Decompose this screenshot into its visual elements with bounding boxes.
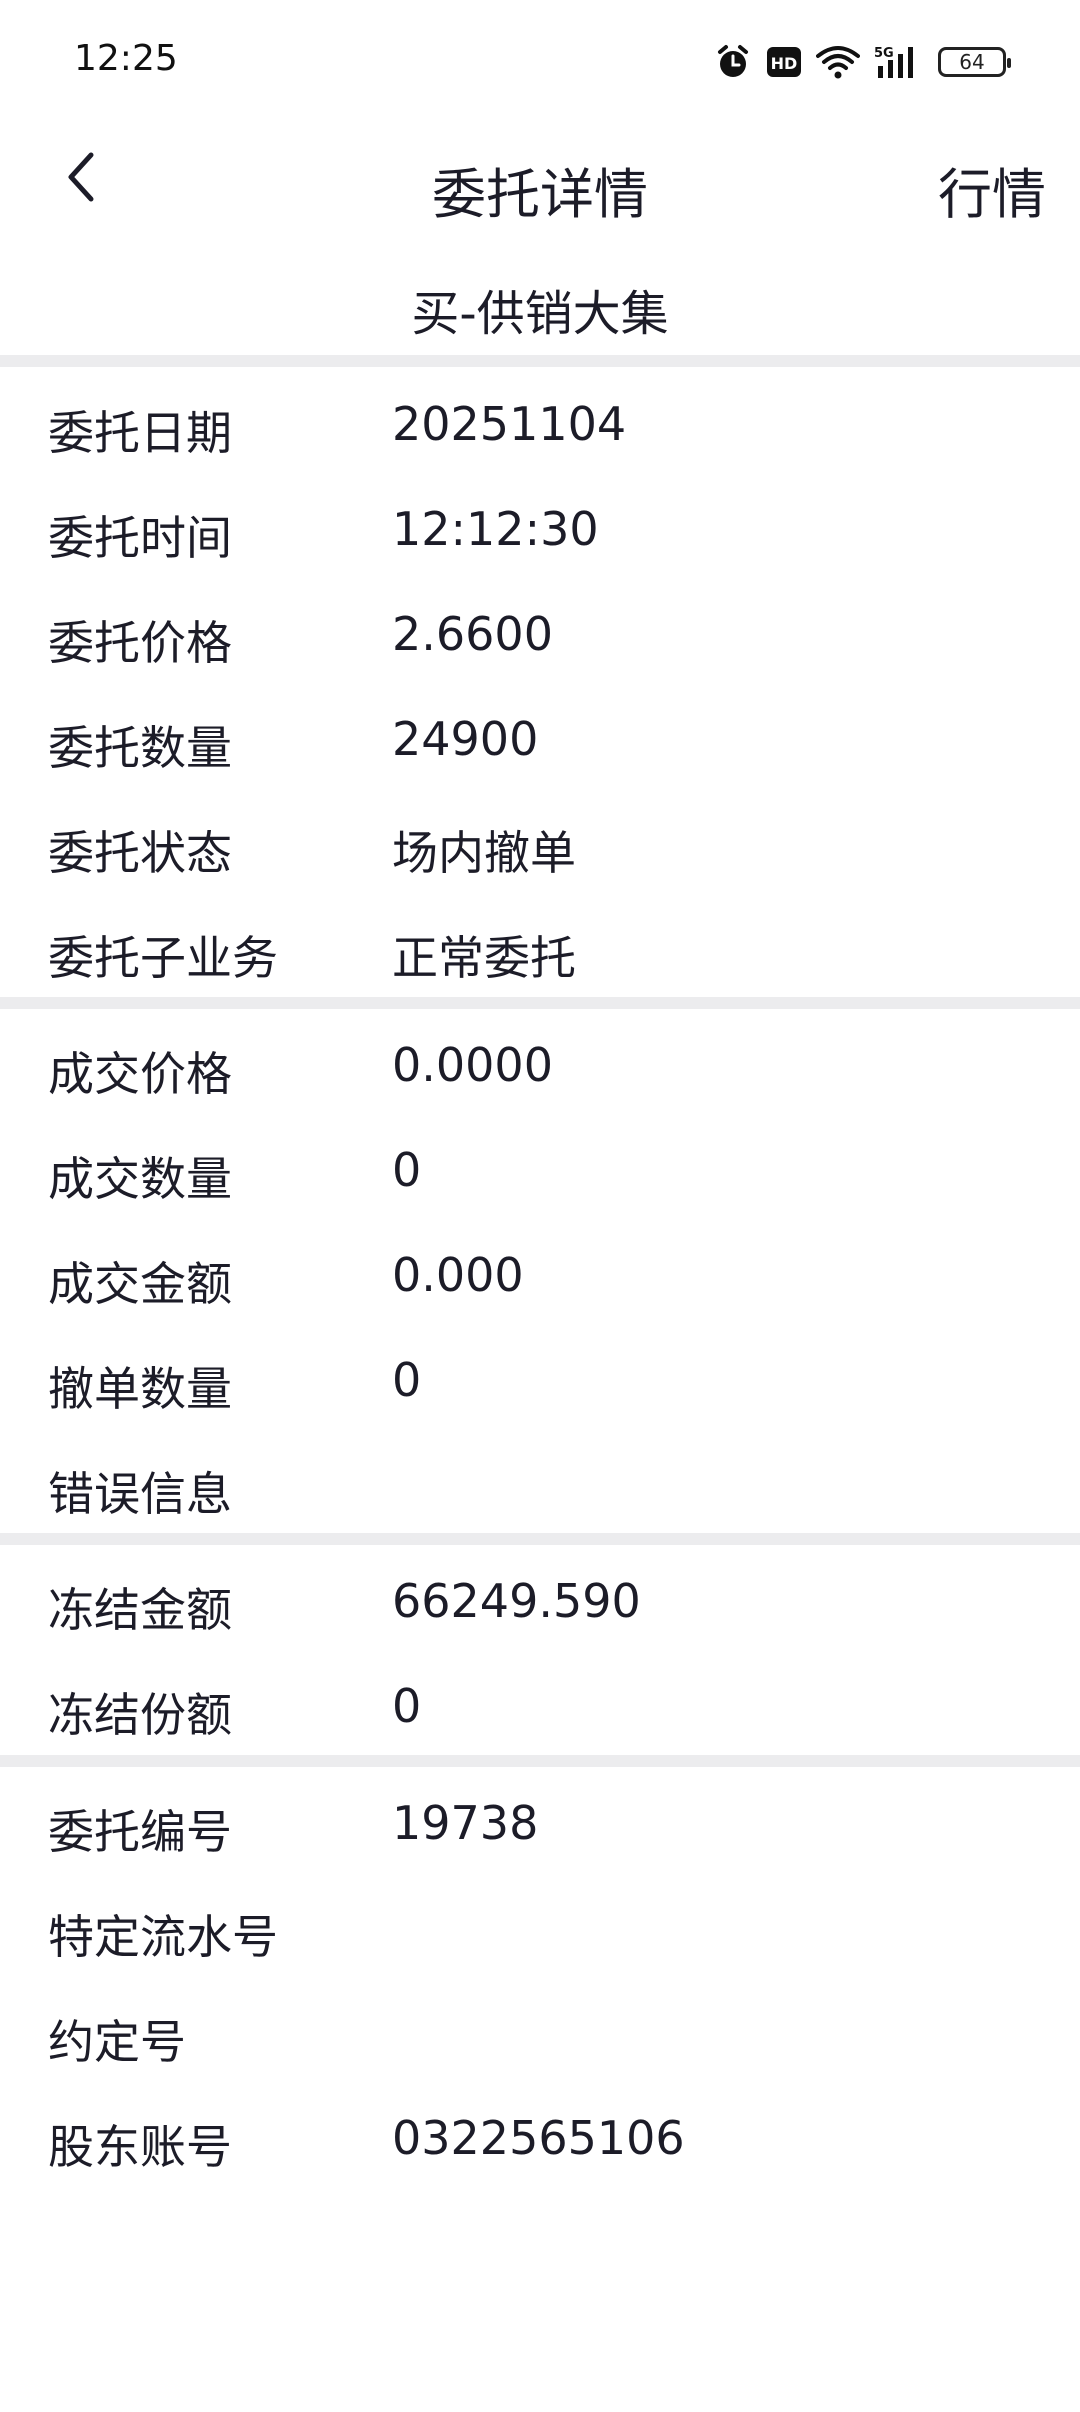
order-subtitle: 买-供销大集 xyxy=(411,286,669,342)
detail-label: 约定号 xyxy=(48,2015,186,2069)
detail-row-serial-number: 特定流水号 xyxy=(0,1877,1080,1982)
detail-label: 成交金额 xyxy=(48,1257,232,1311)
detail-row-agreement-number: 约定号 xyxy=(0,1982,1080,2087)
detail-label: 委托状态 xyxy=(48,826,232,880)
status-time: 12:25 xyxy=(74,38,178,79)
detail-row-order-number: 委托编号 19738 xyxy=(0,1772,1080,1877)
detail-label: 委托编号 xyxy=(48,1805,232,1859)
header: 委托详情 行情 xyxy=(0,120,1080,244)
svg-text:5G: 5G xyxy=(874,46,894,61)
detail-value: 0 xyxy=(392,1679,422,1733)
detail-value: 19738 xyxy=(392,1796,539,1850)
detail-label: 成交价格 xyxy=(48,1047,232,1101)
detail-label: 委托数量 xyxy=(48,721,232,775)
detail-row-deal-price: 成交价格 0.0000 xyxy=(0,1014,1080,1119)
detail-label: 特定流水号 xyxy=(48,1910,278,1964)
detail-row-order-sub-business: 委托子业务 正常委托 xyxy=(0,898,1080,1003)
market-quote-button[interactable]: 行情 xyxy=(938,150,1046,229)
detail-value: 场内撤单 xyxy=(392,826,576,880)
detail-row-order-price: 委托价格 2.6600 xyxy=(0,583,1080,688)
detail-value: 0.0000 xyxy=(392,1038,553,1092)
svg-text:HD: HD xyxy=(771,54,798,73)
detail-value: 0.000 xyxy=(392,1248,524,1302)
detail-value: 0 xyxy=(392,1353,422,1407)
detail-row-error-info: 错误信息 xyxy=(0,1434,1080,1539)
detail-value: 0 xyxy=(392,1143,422,1197)
detail-label: 冻结份额 xyxy=(48,1688,232,1742)
detail-value: 12:12:30 xyxy=(392,502,599,556)
detail-label: 撤单数量 xyxy=(48,1362,232,1416)
detail-value: 2.6600 xyxy=(392,607,553,661)
detail-value: 24900 xyxy=(392,712,539,766)
section-divider xyxy=(0,355,1080,367)
detail-row-deal-amount: 成交金额 0.000 xyxy=(0,1224,1080,1329)
battery-icon: 64 xyxy=(938,47,1011,77)
status-bar: 12:25 HD 5G 64 xyxy=(0,0,1080,120)
detail-label: 错误信息 xyxy=(48,1467,232,1521)
detail-value: 20251104 xyxy=(392,397,627,451)
section-divider xyxy=(0,1533,1080,1545)
detail-value: 正常委托 xyxy=(392,931,576,985)
detail-row-cancel-quantity: 撤单数量 0 xyxy=(0,1329,1080,1434)
detail-row-shareholder-account: 股东账号 0322565106 xyxy=(0,2087,1080,2192)
status-icons: HD 5G 64 xyxy=(714,38,1011,86)
detail-label: 冻结金额 xyxy=(48,1583,232,1637)
detail-label: 委托价格 xyxy=(48,616,232,670)
detail-row-frozen-amount: 冻结金额 66249.590 xyxy=(0,1550,1080,1655)
battery-level: 64 xyxy=(959,50,985,74)
page-title: 委托详情 xyxy=(432,163,648,226)
wifi-icon xyxy=(816,44,860,80)
detail-row-order-status: 委托状态 场内撤单 xyxy=(0,793,1080,898)
detail-label: 成交数量 xyxy=(48,1152,232,1206)
signal-5g-icon: 5G xyxy=(874,44,924,80)
detail-label: 股东账号 xyxy=(48,2120,232,2174)
hd-icon: HD xyxy=(766,46,802,78)
detail-row-frozen-shares: 冻结份额 0 xyxy=(0,1655,1080,1760)
section-divider xyxy=(0,1755,1080,1767)
alarm-icon xyxy=(714,43,752,81)
detail-row-deal-quantity: 成交数量 0 xyxy=(0,1119,1080,1224)
detail-label: 委托子业务 xyxy=(48,931,278,985)
detail-value: 0322565106 xyxy=(392,2111,685,2165)
section-divider xyxy=(0,997,1080,1009)
detail-label: 委托日期 xyxy=(48,406,232,460)
detail-row-order-quantity: 委托数量 24900 xyxy=(0,688,1080,793)
detail-row-order-time: 委托时间 12:12:30 xyxy=(0,478,1080,583)
detail-row-order-date: 委托日期 20251104 xyxy=(0,373,1080,478)
detail-value: 66249.590 xyxy=(392,1574,641,1628)
detail-label: 委托时间 xyxy=(48,511,232,565)
